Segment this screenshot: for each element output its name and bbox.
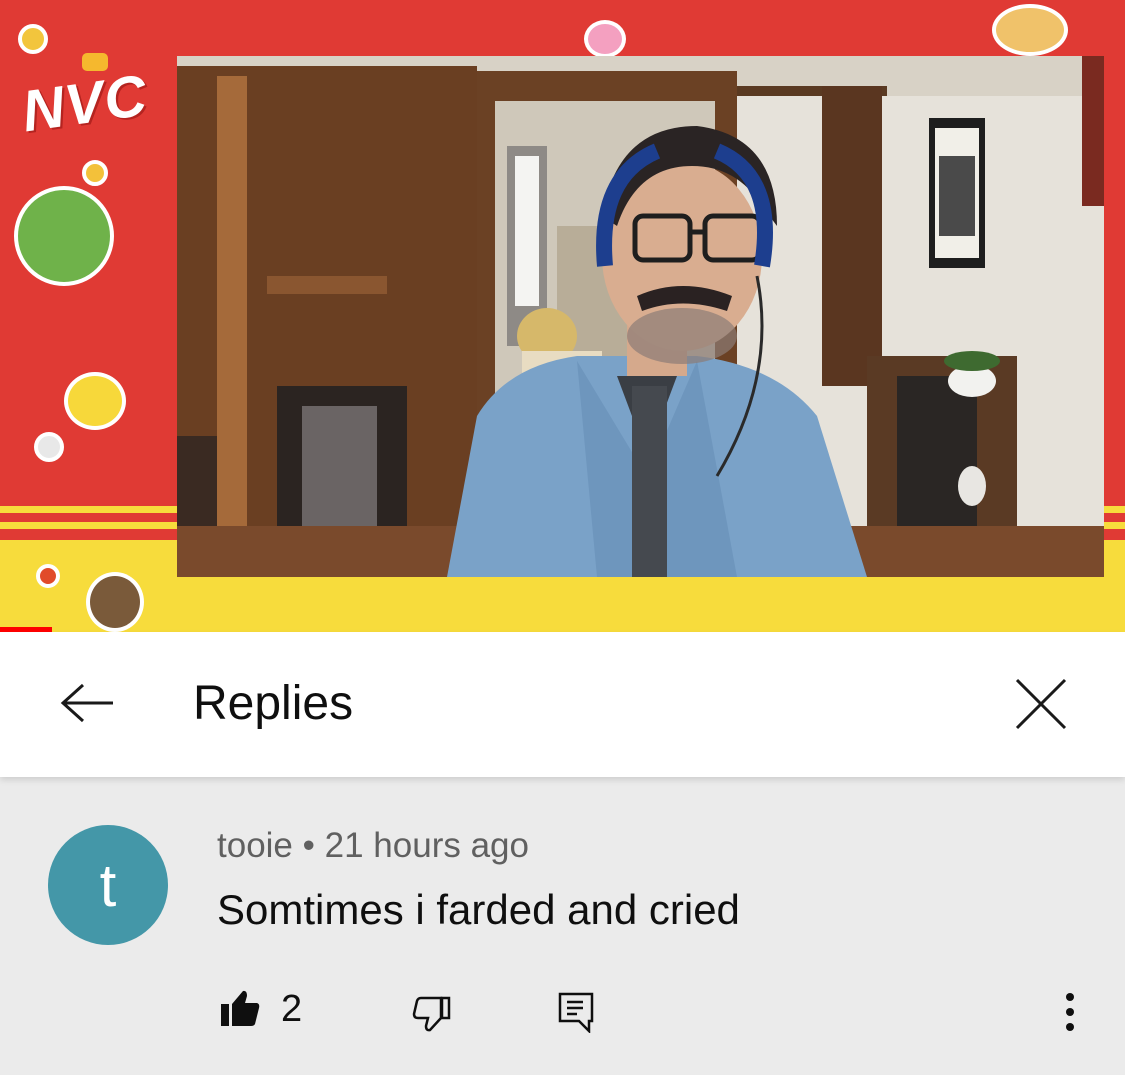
replies-header (0, 632, 1125, 777)
dislike-button[interactable] (408, 990, 456, 1038)
comment-author[interactable]: tooie (217, 826, 293, 865)
comment-meta: tooie • 21 hours ago (217, 826, 529, 866)
back-button[interactable] (52, 668, 122, 738)
avatar[interactable]: t (48, 825, 168, 945)
kirby-sticker-icon (584, 20, 626, 58)
comment-time: 21 hours ago (324, 826, 529, 865)
apple-sticker-icon (36, 564, 60, 588)
webcam-scene (177, 56, 1104, 577)
flower-sticker-icon (18, 24, 48, 54)
reply-button[interactable] (552, 988, 600, 1036)
tom-nook-sticker-icon (86, 572, 144, 632)
rupee-sticker-icon (82, 160, 108, 186)
link-sticker-icon (14, 186, 114, 286)
arrow-left-icon (60, 683, 113, 723)
video-stripe (0, 522, 180, 529)
webcam-frame (177, 56, 1104, 577)
more-options-button[interactable] (1048, 988, 1092, 1036)
pikachu-sticker-icon (64, 372, 126, 430)
reply-icon (558, 992, 594, 1033)
replies-title: Replies (193, 677, 354, 730)
mario-sticker-icon (992, 4, 1068, 56)
thumbs-up-icon (221, 990, 260, 1026)
close-icon (1015, 678, 1067, 730)
video-stripe (1102, 522, 1125, 529)
nvc-logo: NVC (18, 62, 152, 145)
video-stripe (1102, 506, 1125, 513)
thumbs-down-icon (412, 996, 451, 1032)
video-player[interactable]: NVC (0, 0, 1125, 632)
like-button[interactable] (216, 984, 264, 1032)
close-button[interactable] (1005, 668, 1077, 740)
comment-text: Somtimes i farded and cried (217, 886, 740, 933)
video-stripe (0, 506, 180, 513)
meta-separator: • (302, 826, 315, 865)
pokeball-sticker-icon (34, 432, 64, 462)
like-count: 2 (281, 988, 303, 1030)
more-vertical-icon (1066, 993, 1074, 1031)
